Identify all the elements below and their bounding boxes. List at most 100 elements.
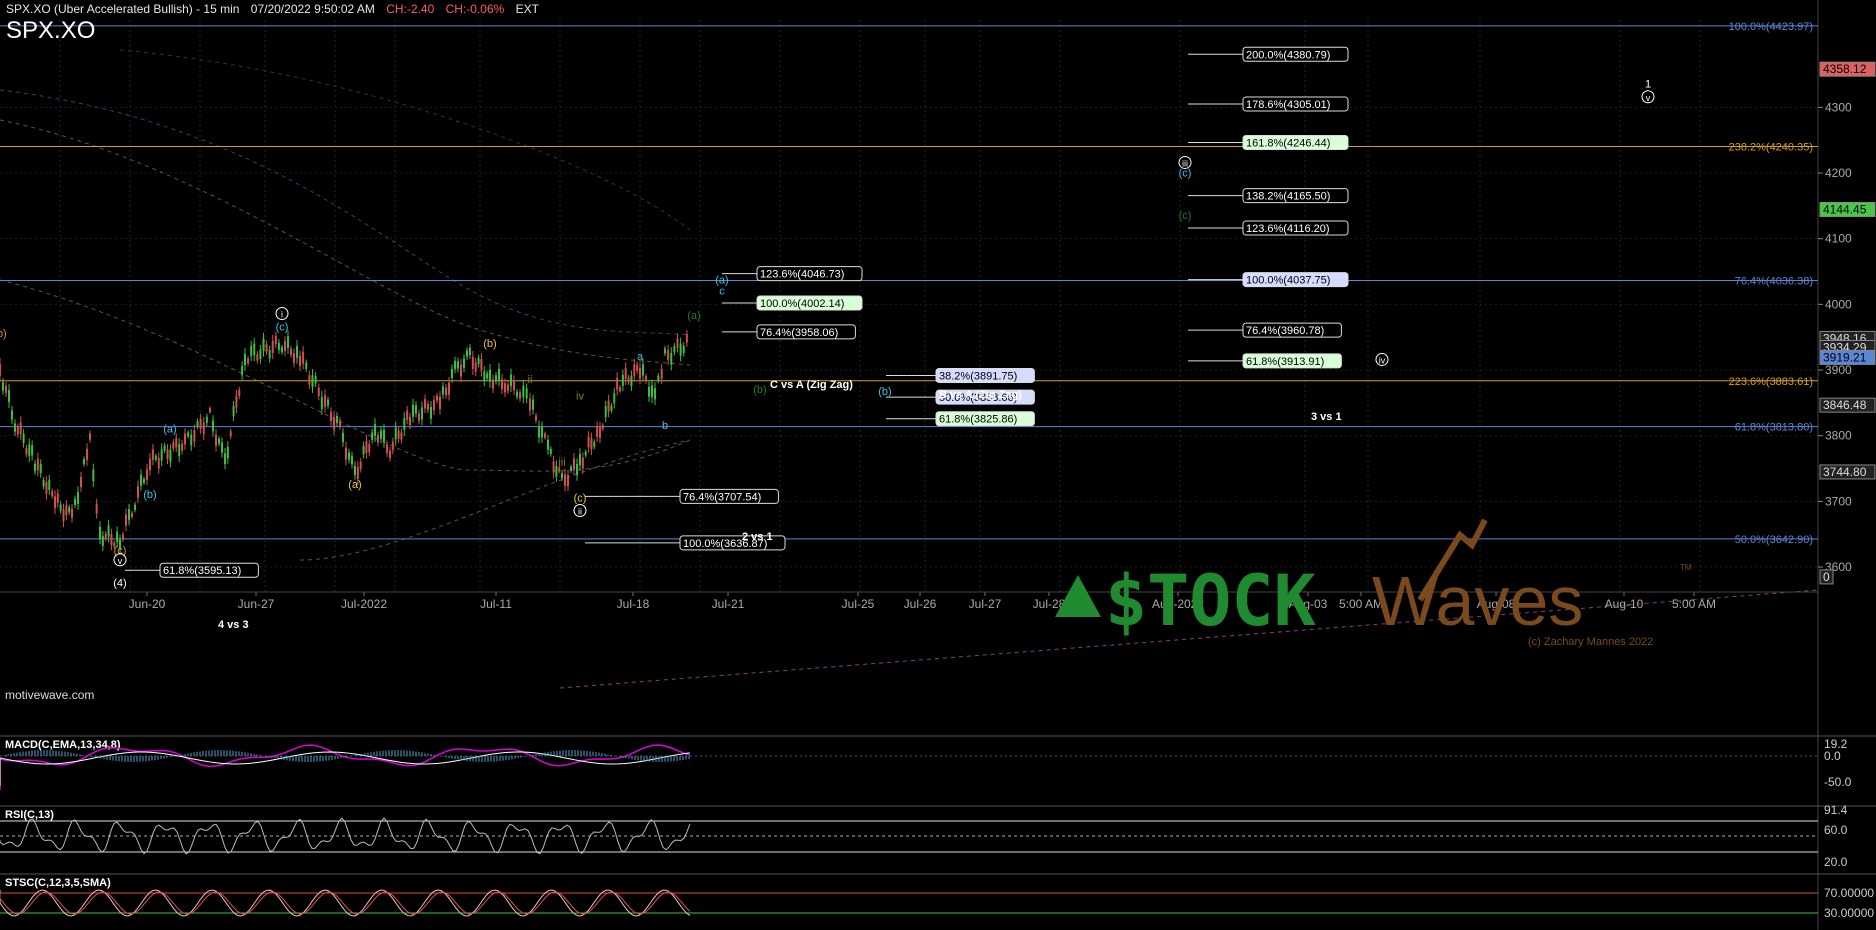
time-tick-label: Jul-26 — [904, 597, 937, 611]
candle-body — [596, 426, 599, 437]
candle-body — [16, 427, 19, 435]
wave-label: (b) — [753, 384, 766, 396]
candle-body — [143, 478, 145, 483]
candle-body — [561, 473, 563, 479]
time-tick-label: Aug-10 — [1605, 597, 1644, 611]
candle-body — [483, 371, 486, 382]
candle-body — [221, 442, 223, 453]
candle-body — [436, 395, 438, 401]
candle-body — [131, 512, 133, 517]
candle-body — [311, 375, 314, 387]
candle-body — [324, 395, 326, 407]
candle-body — [305, 362, 308, 369]
candle-body — [541, 426, 543, 438]
candle-body — [480, 358, 483, 371]
fib-label: 238.2%(4240.35) — [1729, 142, 1813, 154]
candle-body — [54, 496, 56, 509]
candle-body — [657, 375, 660, 381]
candle-body — [22, 433, 25, 443]
candle-body — [513, 380, 515, 391]
price-badge-label: 4144.45 — [1823, 202, 1867, 216]
candle-body — [339, 420, 341, 427]
candle-body — [371, 432, 374, 440]
candle-body — [624, 368, 627, 380]
candle-body — [327, 399, 329, 406]
candle-body — [299, 355, 301, 366]
logo-copyright: (c) Zachary Mannes 2022 — [1528, 636, 1653, 648]
projection-label: 76.4%(3707.54) — [683, 491, 761, 503]
candle-body — [457, 361, 459, 369]
candle-body — [679, 343, 682, 356]
candle-body — [651, 385, 653, 398]
candle-body — [532, 399, 534, 410]
fib-label: 50.0%(3642.90) — [1735, 534, 1813, 546]
candle-body — [330, 411, 332, 422]
candle-body — [359, 461, 362, 469]
candle-body — [599, 427, 601, 438]
time-tick-label: Jul-11 — [480, 597, 512, 611]
projection-label: 138.2%(4165.50) — [1246, 191, 1330, 203]
candle-body — [345, 447, 347, 460]
fib-label: 76.4%(4036.38) — [1735, 275, 1813, 287]
candle-body — [573, 458, 575, 470]
candle-body — [348, 452, 350, 460]
group-title-4-vs-3: 4 vs 3 — [218, 619, 249, 631]
candle-body — [451, 368, 453, 379]
time-tick-label: Jun-20 — [129, 597, 166, 611]
wave-label: (a) — [348, 479, 361, 491]
candle-body — [262, 338, 265, 351]
candle-body — [418, 413, 420, 421]
wave-label: (a) — [687, 310, 700, 322]
stoch-panel-label: STSC(C,12,3,5,SMA) — [5, 877, 111, 889]
group-title-b-vs-a: B vs A (Zig Zag) — [939, 389, 1022, 401]
candle-body — [510, 374, 512, 387]
candle-body — [584, 451, 587, 456]
candle-body — [466, 350, 468, 357]
candle-body — [667, 349, 670, 360]
wave-label: b — [662, 420, 668, 432]
time-tick-label: Jul-27 — [969, 597, 1002, 611]
fib-label: 61.8%(3813.80) — [1735, 422, 1813, 434]
candle-body — [386, 444, 388, 453]
candle-body — [448, 382, 450, 395]
candle-body — [380, 430, 382, 439]
candle-body — [593, 441, 596, 447]
candle-body — [616, 378, 619, 390]
candle-body — [673, 346, 676, 353]
projection-label: 61.8%(3825.86) — [939, 414, 1017, 426]
candle-body — [601, 425, 604, 430]
candle-body — [101, 536, 104, 547]
candle-body — [636, 364, 639, 371]
candle-body — [630, 375, 633, 386]
chart-canvas[interactable]: 100.0%(4423.97) 238.2%(4240.35) 76.4%(4036… — [0, 0, 1876, 930]
wave-label-circled: iii — [1182, 158, 1188, 168]
wave-label: (b) — [0, 328, 7, 340]
candle-body — [271, 340, 274, 353]
candle-body — [412, 404, 414, 417]
wave-label: iv — [576, 391, 584, 403]
candle-body — [391, 441, 394, 451]
candle-body — [281, 347, 283, 353]
candle-body — [660, 368, 663, 379]
candle-body — [8, 390, 10, 402]
candle-body — [110, 533, 113, 545]
candle-body — [501, 379, 503, 390]
wave-label: a — [637, 351, 644, 363]
candle-body — [427, 403, 429, 411]
candle-body — [83, 458, 85, 465]
wave-label: (c) — [1179, 210, 1192, 222]
projection-label: 76.4%(3958.06) — [760, 327, 838, 339]
candle-body — [477, 357, 480, 365]
wave-label: (a) — [715, 274, 728, 286]
candle-body — [284, 340, 286, 352]
wave-label-circled: ii — [578, 507, 582, 517]
candle-body — [486, 373, 489, 379]
candle-body — [31, 445, 34, 456]
candle-body — [250, 345, 253, 356]
candle-body — [218, 438, 220, 444]
symbol-label: SPX.XO — [6, 17, 96, 44]
candle-body — [544, 433, 546, 438]
candle-body — [504, 383, 506, 393]
candle-body — [92, 469, 95, 482]
candle-body — [296, 345, 298, 358]
